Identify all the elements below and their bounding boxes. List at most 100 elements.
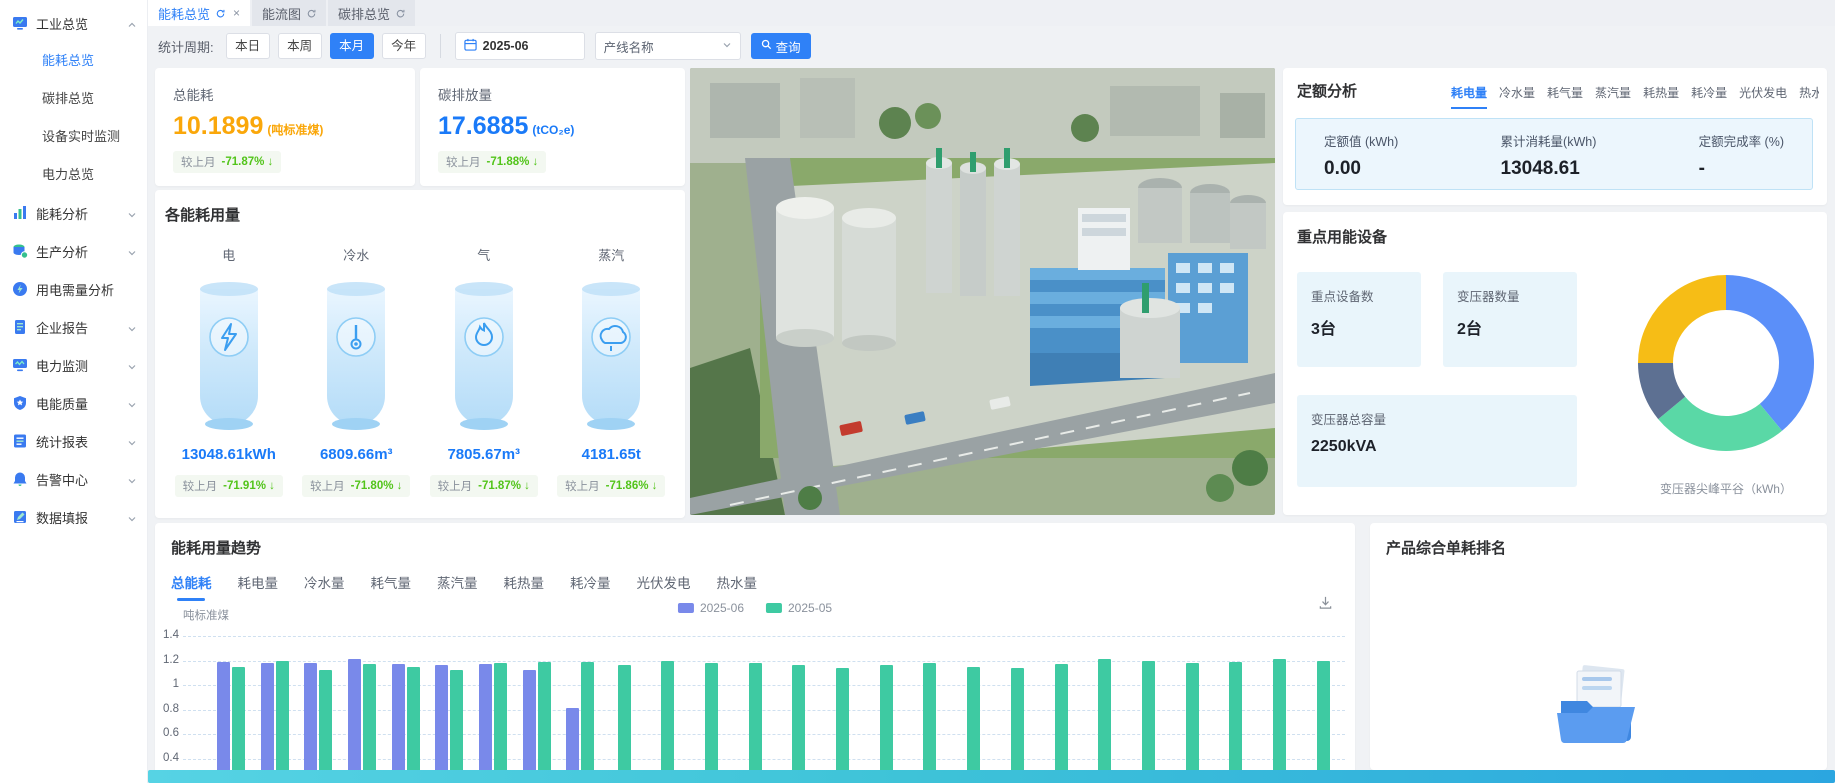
app-root: 工业总览能耗总览碳排总览设备实时监测电力总览能耗分析生产分析用电需量分析企业报告… bbox=[0, 0, 1835, 783]
chart-bar bbox=[363, 664, 376, 770]
sidebar-item-label: 电能质量 bbox=[36, 394, 88, 413]
search-icon bbox=[761, 39, 772, 53]
energy-cylinders: 电13048.61kWh较上月-71.91% ↓冷水6809.66m³较上月-7… bbox=[165, 233, 675, 497]
steam-icon bbox=[590, 316, 632, 358]
product-line-select[interactable]: 产线名称 bbox=[595, 32, 741, 60]
energy-usage-title: 各能耗用量 bbox=[165, 204, 675, 225]
period-button[interactable]: 本日 bbox=[226, 33, 270, 59]
quota-analysis-card: 定额分析 耗电量冷水量耗气量蒸汽量耗热量耗冷量光伏发电热水量 定额值 (kWh)… bbox=[1283, 68, 1827, 205]
chart-bar bbox=[348, 659, 361, 770]
sidebar-item-production-analysis[interactable]: 生产分析 bbox=[0, 232, 147, 270]
period-button[interactable]: 今年 bbox=[382, 33, 426, 59]
sidebar-item-enterprise-report[interactable]: 企业报告 bbox=[0, 308, 147, 346]
quota-field: 累计消耗量(kWh)13048.61 bbox=[1501, 131, 1597, 177]
chevron-down-icon bbox=[127, 208, 137, 223]
cylinder-graphic bbox=[327, 282, 385, 432]
quota-tab[interactable]: 热水量 bbox=[1799, 84, 1819, 109]
chart-bar bbox=[538, 662, 551, 770]
total-energy-change-badge: 较上月 -71.87% ↓ bbox=[173, 151, 281, 173]
sidebar-subitem[interactable]: 设备实时监测 bbox=[0, 118, 147, 156]
sidebar-item-data-entry[interactable]: 数据填报 bbox=[0, 498, 147, 536]
sidebar-item-power-demand[interactable]: 用电需量分析 bbox=[0, 270, 147, 308]
statistics-icon bbox=[12, 433, 28, 449]
sidebar-item-energy-analysis[interactable]: 能耗分析 bbox=[0, 194, 147, 232]
sidebar-item-power-monitor[interactable]: 电力监测 bbox=[0, 346, 147, 384]
chart-bar bbox=[1098, 659, 1111, 770]
report-icon bbox=[12, 319, 28, 335]
sidebar-item-label: 企业报告 bbox=[36, 318, 88, 337]
page-tab-label: 能流图 bbox=[262, 4, 301, 23]
quota-field-label: 定额值 (kWh) bbox=[1324, 131, 1398, 150]
refresh-icon[interactable] bbox=[396, 9, 405, 18]
chart-bar bbox=[494, 663, 507, 770]
sidebar-subitem[interactable]: 能耗总览 bbox=[0, 42, 147, 80]
sidebar-subitem[interactable]: 碳排总览 bbox=[0, 80, 147, 118]
chevron-down-icon bbox=[127, 474, 137, 489]
quota-tab[interactable]: 蒸汽量 bbox=[1595, 84, 1631, 109]
quota-field: 定额完成率 (%)- bbox=[1699, 131, 1784, 177]
donut-segment bbox=[1726, 275, 1814, 431]
sidebar-item-label: 用电需量分析 bbox=[36, 280, 114, 299]
chart-bar bbox=[566, 708, 579, 770]
page-tab[interactable]: 能流图 bbox=[252, 0, 326, 26]
query-button[interactable]: 查询 bbox=[751, 33, 811, 59]
quota-tab[interactable]: 耗气量 bbox=[1547, 84, 1583, 109]
date-picker[interactable]: 2025-06 bbox=[455, 32, 585, 60]
chart-bar bbox=[479, 664, 492, 770]
quota-tab[interactable]: 光伏发电 bbox=[1739, 84, 1787, 109]
sidebar-item-alarm-center[interactable]: 告警中心 bbox=[0, 460, 147, 498]
chart-bar bbox=[880, 665, 893, 770]
energy-change-badge: 较上月-71.91% ↓ bbox=[175, 475, 283, 497]
equipment-stat-box: 重点设备数3台 bbox=[1297, 272, 1421, 367]
chevron-down-icon bbox=[127, 246, 137, 261]
tab-bar: 能耗总览× 能流图 碳排总览 bbox=[148, 0, 1835, 26]
chart-bar bbox=[232, 667, 245, 770]
donut-label: 变压器尖峰平谷（kWh） bbox=[1626, 480, 1826, 497]
equipment-stat-label: 变压器总容量 bbox=[1311, 409, 1563, 428]
quota-tab[interactable]: 耗热量 bbox=[1643, 84, 1679, 109]
gridline bbox=[183, 636, 1345, 637]
energy-value: 4181.65t bbox=[582, 446, 641, 463]
quota-tab[interactable]: 冷水量 bbox=[1499, 84, 1535, 109]
chart-bar bbox=[407, 667, 420, 770]
energy-change-badge: 较上月-71.86% ↓ bbox=[557, 475, 665, 497]
period-button[interactable]: 本周 bbox=[278, 33, 322, 59]
period-button[interactable]: 本月 bbox=[330, 33, 374, 59]
page-tab[interactable]: 碳排总览 bbox=[328, 0, 415, 26]
close-icon[interactable]: × bbox=[233, 6, 240, 20]
period-buttons: 本日本周本月今年 bbox=[226, 33, 426, 59]
energy-change-badge: 较上月-71.80% ↓ bbox=[302, 475, 410, 497]
chart-bar bbox=[618, 665, 631, 770]
quota-field-value: 13048.61 bbox=[1501, 158, 1597, 180]
chevron-down-icon bbox=[127, 436, 137, 451]
equipment-stat-value: 2250kVA bbox=[1311, 438, 1563, 456]
sidebar-item-statistic-report[interactable]: 统计报表 bbox=[0, 422, 147, 460]
refresh-icon[interactable] bbox=[216, 9, 225, 18]
sidebar-item-overview[interactable]: 工业总览 bbox=[0, 4, 147, 42]
refresh-icon[interactable] bbox=[307, 9, 316, 18]
filter-bar: 统计周期: 本日本周本月今年 2025-06 产线名称 查询 bbox=[148, 26, 1835, 66]
electricity-icon bbox=[208, 316, 250, 358]
quota-tab[interactable]: 耗电量 bbox=[1451, 84, 1487, 109]
page-tab-label: 碳排总览 bbox=[338, 4, 390, 23]
energy-cylinder-item: 蒸汽4181.65t较上月-71.86% ↓ bbox=[548, 233, 676, 497]
chart-bar bbox=[450, 670, 463, 770]
chart-bar bbox=[705, 663, 718, 770]
chart-bar bbox=[1186, 663, 1199, 770]
chart-bar bbox=[749, 663, 762, 770]
chart-bar bbox=[523, 670, 536, 770]
quota-tab[interactable]: 耗冷量 bbox=[1691, 84, 1727, 109]
chevron-down-icon bbox=[127, 360, 137, 375]
chart-datazoom-slider[interactable] bbox=[148, 770, 1835, 783]
page-tab[interactable]: 能耗总览× bbox=[148, 0, 250, 26]
sidebar-item-power-quality[interactable]: 电能质量 bbox=[0, 384, 147, 422]
chart-bar bbox=[1317, 661, 1330, 771]
carbon-emission-card: 碳排放量 17.6885(tCO₂e) 较上月 -71.88% ↓ bbox=[420, 68, 685, 186]
chart-bar bbox=[276, 661, 289, 771]
quality-icon bbox=[12, 395, 28, 411]
data-entry-icon bbox=[12, 509, 28, 525]
sidebar-subitem[interactable]: 电力总览 bbox=[0, 156, 147, 194]
sidebar-item-label: 生产分析 bbox=[36, 242, 88, 261]
sidebar-item-label: 电力监测 bbox=[36, 356, 88, 375]
equipment-stat-box: 变压器数量2台 bbox=[1443, 272, 1577, 367]
